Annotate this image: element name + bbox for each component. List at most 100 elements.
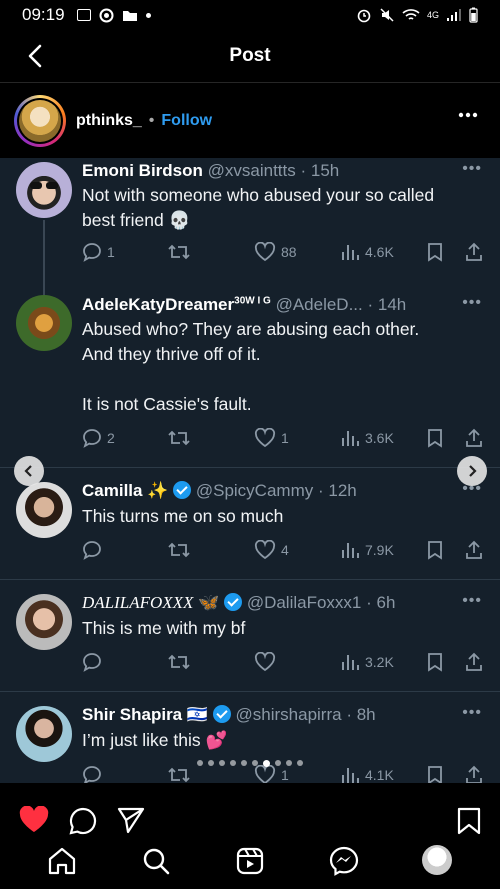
share-icon: [466, 428, 482, 447]
retweet-icon: [168, 430, 190, 446]
chevron-left-icon: [24, 465, 32, 477]
tweet-text: This is me with my bf: [82, 616, 245, 641]
carousel-dot: [297, 760, 303, 766]
retweet-icon: [168, 244, 190, 260]
tweet-item: AdeleKatyDreamer30W I G @AdeleD... · 14h…: [0, 283, 500, 468]
tweet-actions: 2 1 3.6K: [82, 428, 488, 452]
save-bookmark-icon[interactable]: [456, 806, 482, 836]
tweet-more-icon: •••: [462, 160, 482, 177]
bookmark-icon: [428, 243, 442, 262]
follow-button[interactable]: Follow: [161, 112, 212, 130]
battery-icon: [469, 7, 478, 23]
like-action: 1: [254, 765, 289, 783]
settings-notification-icon: [99, 8, 114, 22]
post-username[interactable]: pthinks_: [76, 112, 142, 130]
tweet-author-badge: 30W I G: [234, 295, 271, 307]
views-action: 4.1K: [340, 765, 394, 783]
post-media-tweets[interactable]: Emoni Birdson @xvsainttts · 15h ••• Not …: [0, 158, 500, 783]
send-icon[interactable]: [116, 806, 146, 834]
search-icon[interactable]: [140, 845, 172, 877]
view-count: 3.2K: [365, 654, 394, 670]
retweet-icon: [168, 767, 190, 783]
post-header: pthinks_ • Follow: [0, 90, 500, 152]
reply-action: [82, 652, 102, 672]
tweet-more-icon: •••: [462, 704, 482, 721]
comment-icon[interactable]: [68, 806, 98, 836]
status-notifications: [76, 8, 151, 23]
back-arrow-icon[interactable]: [22, 42, 50, 70]
tweet-time: · 14h: [367, 295, 407, 314]
story-ring[interactable]: [14, 95, 66, 147]
username-separator: •: [148, 112, 155, 129]
carousel-dot: [275, 760, 281, 766]
verified-badge-icon: [212, 705, 231, 723]
views-chart-icon: [342, 543, 359, 558]
tweet-actions: 1 4.1K: [82, 765, 488, 783]
tweet-more-icon: •••: [462, 294, 482, 311]
tweet-time: · 12h: [317, 481, 357, 500]
tweet-author-handle: @AdeleD...: [275, 295, 363, 314]
like-count: 1: [281, 767, 289, 783]
tweet-header: DALILAFOXXX 🦋 @DalilaFoxxx1 · 6h: [82, 593, 395, 613]
tweet-author-name: Emoni Birdson: [82, 161, 203, 180]
carousel-dot: [286, 760, 292, 766]
views-chart-icon: [342, 768, 359, 783]
signal-icon: [447, 9, 461, 21]
messenger-icon[interactable]: [328, 845, 360, 877]
more-notifications-dot: [145, 12, 151, 18]
wifi-icon: [402, 9, 420, 20]
tweet-avatar: [16, 162, 72, 218]
folder-notification-icon: [122, 10, 137, 21]
tweet-avatar: [16, 594, 72, 650]
retweet-icon: [168, 542, 190, 558]
carousel-dot: [197, 760, 203, 766]
mute-icon: [380, 8, 394, 22]
tweet-text-line: I’m just like this 💕: [82, 730, 228, 750]
reply-count: 2: [107, 430, 115, 446]
heart-icon: [254, 428, 276, 448]
page-title: Post: [229, 45, 271, 66]
carousel-next-button[interactable]: [457, 456, 487, 486]
tweet-author-name: DALILAFOXXX: [82, 593, 194, 612]
views-chart-icon: [342, 431, 359, 446]
tweet-item: DALILAFOXXX 🦋 @DalilaFoxxx1 · 6h ••• Thi…: [0, 580, 500, 692]
tweet-avatar: [16, 482, 72, 538]
tweet-author-emoji: ✨: [147, 481, 169, 500]
views-action: 7.9K: [340, 540, 394, 560]
tweet-header: Camilla ✨ @SpicyCammy · 12h: [82, 481, 357, 501]
share-icon: [466, 540, 482, 559]
reply-action: [82, 765, 102, 783]
reply-icon: [83, 766, 101, 783]
tweet-time: · 15h: [300, 161, 340, 180]
tweet-actions: 4 7.9K: [82, 540, 488, 564]
reply-action: 1: [82, 242, 115, 262]
tweet-time: · 6h: [366, 593, 396, 612]
profile-avatar[interactable]: [422, 845, 452, 875]
tweet-text: Abused who? They are abusing each other.…: [82, 317, 419, 417]
view-count: 4.1K: [365, 767, 394, 783]
home-icon[interactable]: [46, 845, 78, 877]
reels-icon[interactable]: [234, 845, 266, 877]
tweet-text-line: This is me with my bf: [82, 618, 246, 638]
carousel-prev-button[interactable]: [14, 456, 44, 486]
reply-action: [82, 540, 102, 560]
verified-badge-icon: [173, 481, 192, 499]
carousel-dot: [252, 760, 258, 766]
reply-icon: [83, 429, 101, 448]
view-count: 3.6K: [365, 430, 394, 446]
like-count: 1: [281, 430, 289, 446]
like-count: 4: [281, 542, 289, 558]
retweet-action: [167, 652, 191, 672]
retweet-action: [167, 428, 191, 448]
tweet-text: This turns me on so much: [82, 504, 283, 529]
like-heart-filled-icon[interactable]: [18, 806, 50, 834]
tweet-author-handle: @SpicyCammy: [195, 481, 314, 500]
tweet-author-name: AdeleKatyDreamer: [82, 295, 235, 314]
share-icon: [466, 242, 482, 261]
heart-icon: [254, 540, 276, 560]
reply-icon: [83, 541, 101, 560]
reply-icon: [83, 243, 101, 262]
more-options-icon[interactable]: [458, 112, 478, 118]
tweet-author-name: Camilla: [82, 481, 143, 500]
tweet-time: · 8h: [346, 705, 376, 724]
